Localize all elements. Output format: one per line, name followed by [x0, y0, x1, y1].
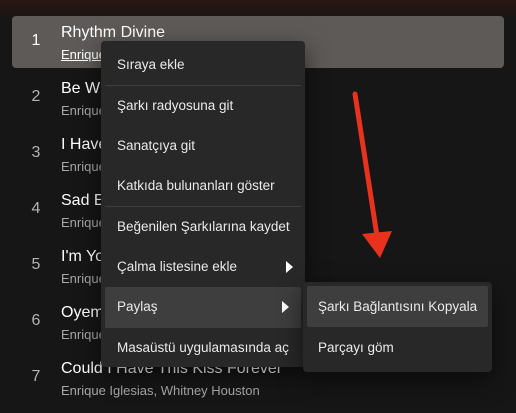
- go-to-song-radio-item[interactable]: Şarkı radyosuna git: [101, 86, 305, 126]
- track-number: 4: [31, 200, 41, 217]
- embed-track-item[interactable]: Parçayı göm: [307, 327, 488, 368]
- track-number: 1: [31, 32, 41, 49]
- save-to-liked-songs-item[interactable]: Beğenilen Şarkılarına kaydet: [101, 207, 305, 247]
- track-artist-link[interactable]: Enrique Iglesias, Whitney Houston: [61, 383, 260, 398]
- chevron-right-icon: [282, 301, 289, 313]
- track-number: 2: [31, 88, 41, 105]
- add-to-playlist-label: Çalma listesine ekle: [117, 259, 238, 274]
- add-to-playlist-item[interactable]: Çalma listesine ekle: [101, 247, 305, 287]
- share-submenu: Şarkı Bağlantısını Kopyala Parçayı göm: [303, 282, 492, 372]
- track-title[interactable]: Rhythm Divine: [61, 24, 165, 42]
- show-credits-item[interactable]: Katkıda bulunanları göster: [101, 166, 305, 206]
- share-item[interactable]: Paylaş: [105, 287, 301, 327]
- open-in-desktop-app-item[interactable]: Masaüstü uygulamasında aç: [101, 328, 305, 368]
- copy-song-link-item[interactable]: Şarkı Bağlantısını Kopyala: [307, 286, 488, 327]
- chevron-right-icon: [286, 261, 293, 273]
- track-number: 3: [31, 144, 41, 161]
- share-label: Paylaş: [117, 299, 158, 314]
- track-number: 5: [31, 256, 41, 273]
- track-number: 6: [31, 312, 41, 329]
- add-to-queue-item[interactable]: Sıraya ekle: [101, 45, 305, 85]
- red-arrow-annotation-icon: [352, 91, 392, 258]
- header-gradient: [0, 0, 516, 16]
- context-menu: Sıraya ekle Şarkı radyosuna git Sanatçıy…: [101, 41, 305, 367]
- go-to-artist-item[interactable]: Sanatçıya git: [101, 126, 305, 166]
- track-number: 7: [31, 368, 41, 385]
